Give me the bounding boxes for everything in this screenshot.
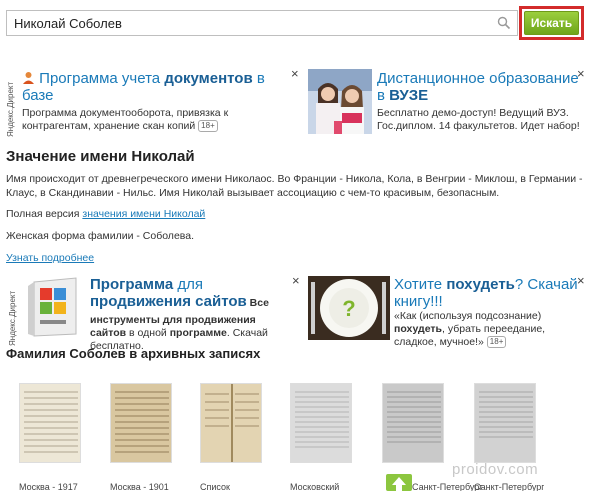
ad-text: Бесплатно демо-доступ! Ведущий ВУЗ. Гос.… xyxy=(377,107,580,132)
section-heading: Значение имени Николай xyxy=(6,148,195,165)
meaning-text: Имя происходит от древнегреческого имени… xyxy=(6,173,583,199)
ad-title[interactable]: Программа для продвижения сайтов Все инс… xyxy=(90,276,294,327)
ad-title-keyword: продвижения сайтов xyxy=(90,293,247,310)
ad-title-keyword: Программа xyxy=(90,276,174,293)
search-box xyxy=(6,10,518,36)
search-input[interactable] xyxy=(7,11,487,35)
archive-thumbnail[interactable] xyxy=(382,383,444,463)
ad-text: «Как (используя подсознание) похудеть, у… xyxy=(394,310,546,349)
ad-seo-software[interactable]: Программа для продвижения сайтов Все инс… xyxy=(90,276,294,353)
software-box-image[interactable] xyxy=(24,276,86,338)
archive-caption[interactable]: Москва - 1901 xyxy=(110,482,180,491)
archive-thumbnail[interactable] xyxy=(474,383,536,463)
full-version-line: Полная версия значения имени Николай xyxy=(6,207,592,221)
archive-caption[interactable]: Список xyxy=(200,482,270,491)
close-icon[interactable]: × xyxy=(292,274,300,287)
scroll-up-button[interactable] xyxy=(386,474,412,491)
arrow-up-icon xyxy=(392,477,406,491)
ad-title-part: Хотите xyxy=(394,276,447,293)
archive-caption[interactable]: Московский xyxy=(290,482,360,491)
ad-education[interactable]: Дистанционное образование в ВУЗЕ Бесплат… xyxy=(377,70,583,133)
ad-image-plate[interactable]: ? xyxy=(308,276,390,340)
ad-title-keyword: ВУЗЕ xyxy=(389,87,429,104)
ad-title[interactable]: Хотите похудеть? Скачай книгу!!! xyxy=(394,276,582,310)
ad-weight-loss[interactable]: Хотите похудеть? Скачай книгу!!! «Как (и… xyxy=(394,276,582,349)
watermark: proidov.com xyxy=(452,461,539,478)
archive-caption[interactable]: Москва - 1917 xyxy=(19,482,89,491)
ad-image-students[interactable] xyxy=(308,69,372,134)
close-icon[interactable]: × xyxy=(577,67,585,80)
ad-title-keyword: похудеть xyxy=(446,276,515,293)
learn-more-link[interactable]: Узнать подробнее xyxy=(6,252,94,264)
archive-thumbnail[interactable] xyxy=(19,383,81,463)
person-icon xyxy=(22,71,35,84)
ad-title-part: Программа учета xyxy=(39,70,165,87)
search-button-highlight: Искать xyxy=(519,6,584,40)
age-badge: 18+ xyxy=(486,336,507,349)
archive-caption[interactable]: Санкт-Петербург xyxy=(412,482,482,491)
ad-title[interactable]: Дистанционное образование в ВУЗЕ xyxy=(377,70,583,104)
full-version-prefix: Полная версия xyxy=(6,208,83,220)
ad-title[interactable]: Программа учета документов в базе xyxy=(22,70,274,104)
close-icon[interactable]: × xyxy=(577,274,585,287)
ad-text: Программа документооборота, привязка к к… xyxy=(22,107,229,133)
ad-documents[interactable]: Программа учета документов в базе Програ… xyxy=(22,70,274,133)
archive-heading: Фамилия Соболев в архивных записях xyxy=(6,346,261,361)
female-form-text: Женская форма фамилии - Соболева. xyxy=(6,230,194,242)
more-link-line: Узнать подробнее xyxy=(6,251,592,265)
archive-thumbnail[interactable] xyxy=(110,383,172,463)
ad-label: Яндекс.Директ xyxy=(8,290,17,346)
search-button[interactable]: Искать xyxy=(524,11,579,35)
archive-thumbnail[interactable] xyxy=(290,383,352,463)
ad-title-part: для xyxy=(173,276,203,293)
search-bar: Искать xyxy=(6,6,594,40)
age-badge: 18+ xyxy=(198,120,218,133)
close-icon[interactable]: × xyxy=(291,67,299,80)
ad-label: Яндекс.Директ xyxy=(6,81,15,137)
svg-text:?: ? xyxy=(342,296,355,321)
archive-thumbnail[interactable] xyxy=(200,383,262,463)
meaning-link[interactable]: значения имени Николай xyxy=(82,208,205,220)
search-icon[interactable] xyxy=(497,16,511,30)
ad-title-keyword: документов xyxy=(164,70,253,87)
archive-caption[interactable]: Санкт-Петербург xyxy=(474,482,544,491)
